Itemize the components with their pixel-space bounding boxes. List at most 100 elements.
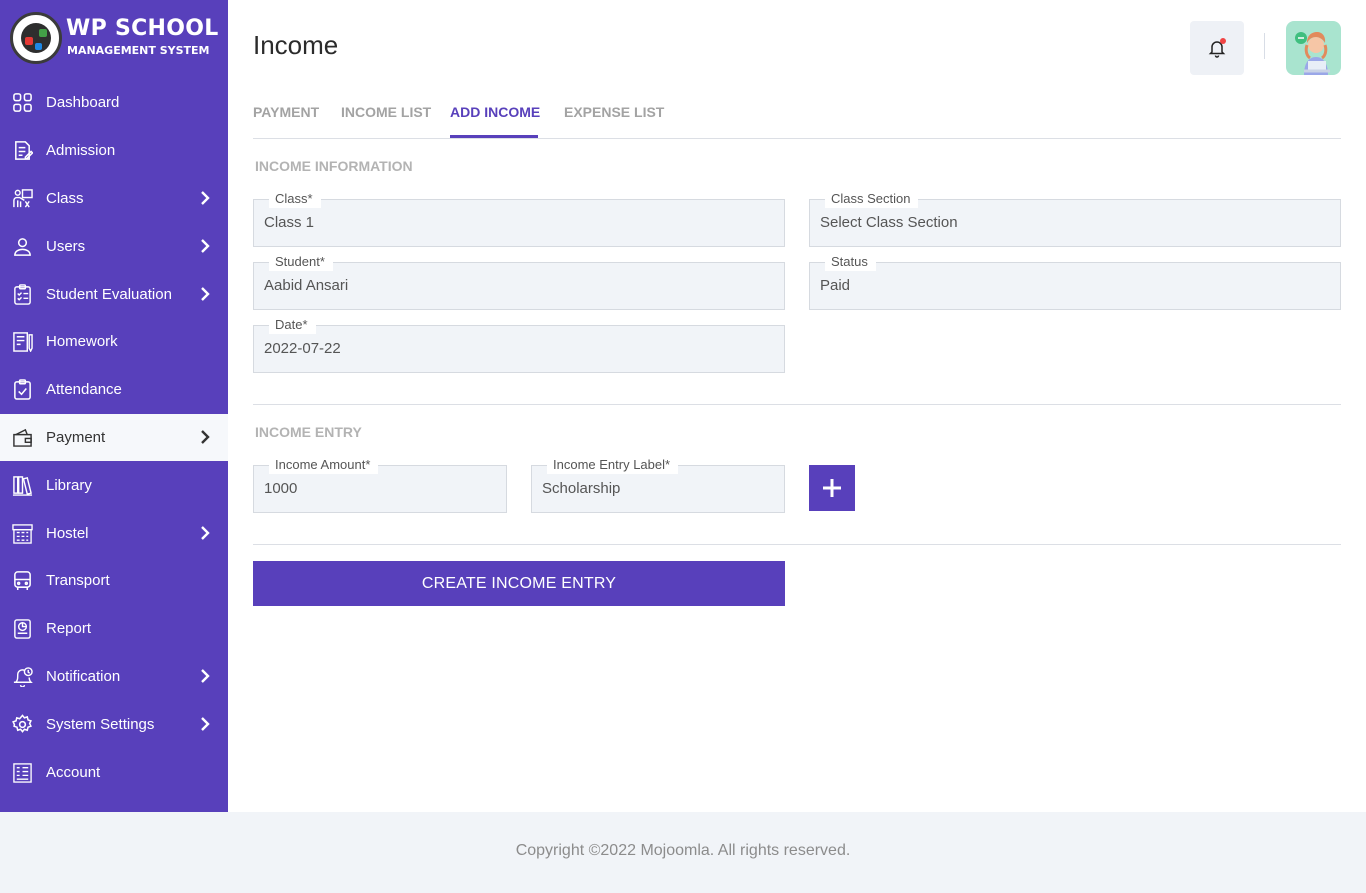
- student-select[interactable]: Student* Aabid Ansari: [253, 253, 785, 310]
- sidebar-item-dashboard[interactable]: Dashboard: [0, 79, 228, 127]
- chevron-right-icon: [200, 526, 210, 540]
- sidebar-item-label: Payment: [46, 428, 106, 446]
- sidebar-item-label: System Settings: [46, 715, 155, 733]
- sidebar-item-payment[interactable]: Payment: [0, 413, 228, 462]
- income-entry-label-label: Income Entry Label*: [547, 456, 679, 474]
- sidebar-item-label: Class: [46, 189, 84, 207]
- class-section-value: Select Class Section: [820, 214, 958, 231]
- sidebar-item-label: Users: [46, 237, 86, 255]
- add-entry-button[interactable]: [809, 465, 855, 511]
- create-income-entry-button[interactable]: CREATE INCOME ENTRY: [253, 561, 785, 606]
- user-avatar-icon: [1295, 32, 1330, 75]
- student-label: Student*: [269, 253, 333, 271]
- report-icon: [11, 618, 33, 640]
- notification-badge: [1220, 38, 1226, 44]
- tab-payment[interactable]: PAYMENT: [253, 104, 319, 120]
- income-amount-value: 1000: [264, 480, 298, 497]
- sidebar-item-label: Dashboard: [46, 94, 120, 112]
- sidebar-item-label: Transport: [46, 572, 110, 590]
- class-value: Class 1: [264, 214, 315, 231]
- sidebar-item-admission[interactable]: Admission: [0, 127, 228, 175]
- income-entry-label-value: Scholarship: [542, 480, 621, 497]
- sidebar-item-homework[interactable]: Homework: [0, 318, 228, 366]
- plus-icon: [823, 479, 841, 497]
- sidebar-item-transport[interactable]: Transport: [0, 557, 228, 605]
- bus-icon: [11, 570, 33, 592]
- class-label: Class*: [269, 190, 321, 208]
- app-root: WP SCHOOL MANAGEMENT SYSTEM Dashboard Ad…: [0, 0, 1366, 893]
- admission-icon: [11, 140, 33, 162]
- income-entry-title: INCOME ENTRY: [255, 424, 362, 440]
- tab-income-list[interactable]: INCOME LIST: [341, 104, 431, 120]
- sidebar-item-label: Account: [46, 763, 101, 781]
- income-amount-label: Income Amount*: [269, 456, 379, 474]
- chevron-right-icon: [200, 239, 210, 254]
- sidebar-item-attendance[interactable]: Attendance: [0, 366, 228, 414]
- sidebar-item-student-evaluation[interactable]: Student Evaluation: [0, 270, 228, 318]
- sidebar-item-label: Hostel: [46, 524, 89, 542]
- brand-logo[interactable]: WP SCHOOL MANAGEMENT SYSTEM: [10, 12, 220, 64]
- class-select[interactable]: Class* Class 1: [253, 190, 785, 247]
- dashboard-icon: [11, 92, 33, 114]
- section-divider: [253, 544, 1341, 545]
- notification-button[interactable]: [1190, 21, 1244, 75]
- sidebar-item-label: Attendance: [46, 381, 122, 399]
- sidebar-item-hostel[interactable]: Hostel: [0, 509, 228, 557]
- sidebar-item-report[interactable]: Report: [0, 605, 228, 653]
- income-information-title: INCOME INFORMATION: [255, 158, 413, 174]
- sidebar-item-label: Notification: [46, 667, 121, 685]
- library-icon: [11, 474, 33, 496]
- sidebar-item-class[interactable]: Class: [0, 175, 228, 223]
- attendance-icon: [11, 379, 33, 401]
- sidebar-item-label: Homework: [46, 333, 118, 351]
- section-divider: [253, 404, 1341, 405]
- brand-subtitle: MANAGEMENT SYSTEM: [67, 44, 210, 57]
- sidebar-nav: Dashboard Admission Class Users Student …: [0, 79, 228, 796]
- status-select[interactable]: Status Paid: [809, 253, 1341, 310]
- page-title: Income: [253, 30, 339, 60]
- income-amount-field[interactable]: Income Amount* 1000: [253, 456, 507, 513]
- notification-icon: [11, 665, 33, 687]
- sidebar-item-system-settings[interactable]: System Settings: [0, 700, 228, 748]
- hostel-icon: [11, 522, 33, 544]
- evaluation-icon: [11, 283, 33, 305]
- chevron-right-icon: [200, 430, 210, 445]
- sidebar-item-users[interactable]: Users: [0, 222, 228, 270]
- sidebar-item-account[interactable]: Account: [0, 748, 228, 796]
- tab-expense-list[interactable]: EXPENSE LIST: [564, 104, 664, 120]
- chevron-right-icon: [200, 191, 210, 206]
- sidebar-item-library[interactable]: Library: [0, 461, 228, 509]
- copyright-text: Copyright ©2022 Mojoomla. All rights res…: [515, 842, 851, 859]
- class-icon: [11, 187, 33, 209]
- chevron-right-icon: [200, 287, 210, 301]
- income-entry-label-field[interactable]: Income Entry Label* Scholarship: [531, 456, 785, 513]
- avatar[interactable]: [1286, 21, 1341, 75]
- class-section-label: Class Section: [825, 190, 919, 208]
- homework-icon: [11, 331, 33, 353]
- sidebar-item-label: Report: [46, 620, 92, 638]
- chevron-right-icon: [200, 669, 210, 684]
- sidebar-item-label: Library: [46, 476, 92, 494]
- school-logo-icon: [10, 12, 62, 64]
- date-field[interactable]: Date* 2022-07-22: [253, 316, 785, 373]
- sidebar-item-label: Student Evaluation: [46, 285, 172, 303]
- account-icon: [11, 761, 33, 783]
- footer: Copyright ©2022 Mojoomla. All rights res…: [0, 812, 1366, 893]
- sidebar-item-label: Admission: [46, 142, 116, 160]
- brand-title: WP SCHOOL: [66, 16, 219, 41]
- tabs-divider: [253, 138, 1341, 139]
- wallet-icon: [11, 426, 33, 448]
- date-value: 2022-07-22: [264, 340, 341, 357]
- status-value: Paid: [820, 277, 851, 294]
- status-label: Status: [825, 253, 876, 271]
- user-icon: [11, 235, 33, 257]
- sidebar: WP SCHOOL MANAGEMENT SYSTEM Dashboard Ad…: [0, 0, 228, 812]
- student-value: Aabid Ansari: [264, 277, 349, 294]
- class-section-select[interactable]: Class Section Select Class Section: [809, 190, 1341, 247]
- sidebar-item-notification[interactable]: Notification: [0, 653, 228, 701]
- chevron-right-icon: [200, 717, 210, 732]
- gear-icon: [11, 713, 33, 735]
- tab-add-income[interactable]: ADD INCOME: [450, 104, 540, 120]
- date-label: Date*: [269, 316, 316, 334]
- header-divider: [1264, 33, 1265, 59]
